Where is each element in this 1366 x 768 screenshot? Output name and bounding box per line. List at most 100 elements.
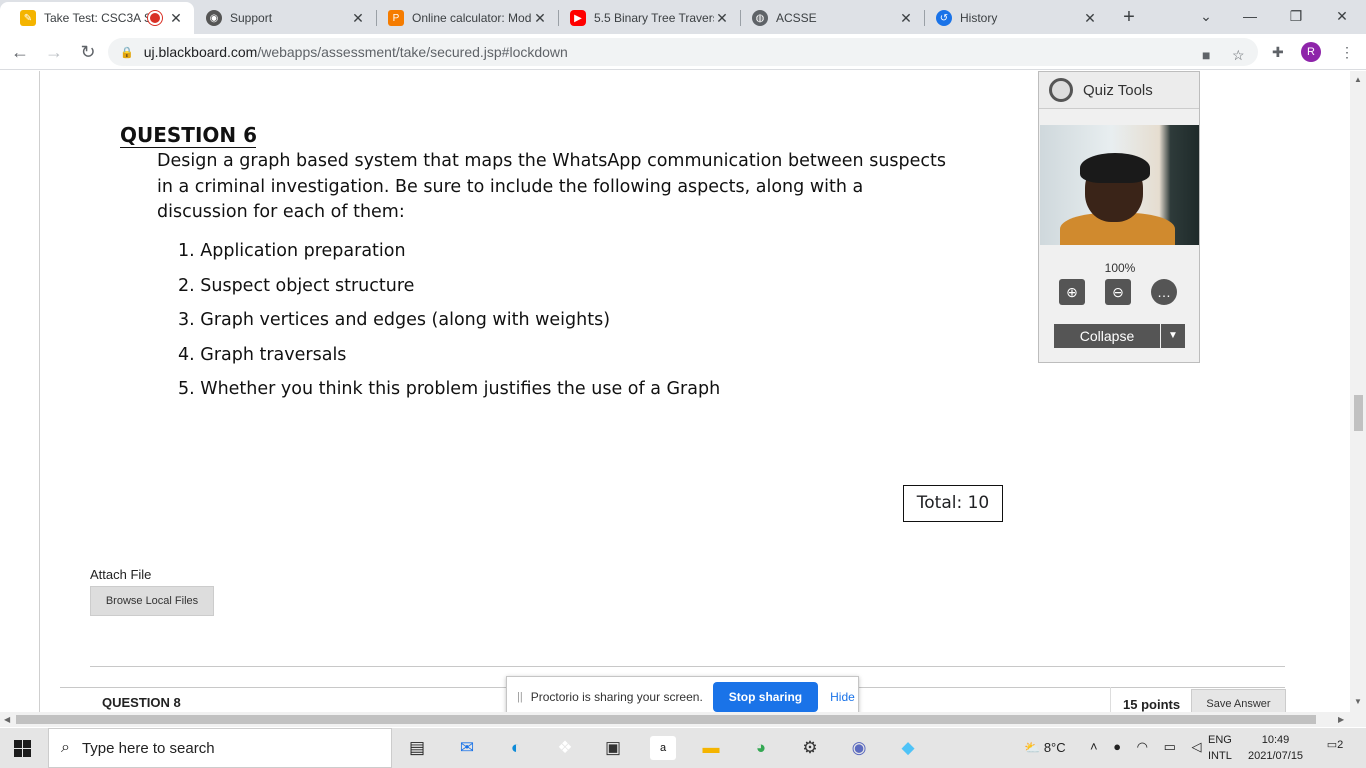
store-icon[interactable]: ▣ bbox=[600, 736, 626, 760]
forward-button[interactable]: → bbox=[42, 40, 66, 64]
clock-time: 10:49 bbox=[1261, 734, 1290, 746]
vertical-scrollbar[interactable]: ▲ ▼ bbox=[1350, 71, 1366, 712]
browse-local-files-button[interactable]: Browse Local Files bbox=[90, 586, 214, 616]
zoom-out-icon[interactable]: ⊖ bbox=[1105, 279, 1131, 305]
language-code: ENG bbox=[1208, 734, 1232, 746]
drag-handle-icon[interactable]: || bbox=[517, 691, 523, 703]
horizontal-scrollbar[interactable]: ◀ ▶ bbox=[0, 712, 1366, 727]
attach-file-label: Attach File bbox=[90, 567, 152, 582]
system-clock[interactable]: 10:49 2021/07/15 bbox=[1248, 732, 1303, 764]
list-item: 4. Graph traversals bbox=[178, 344, 347, 365]
close-tab-icon[interactable]: ✕ bbox=[532, 10, 548, 27]
notification-count: 2 bbox=[1337, 739, 1344, 751]
lock-icon: 🔒 bbox=[120, 46, 134, 59]
horizontal-scroll-thumb[interactable] bbox=[16, 715, 1316, 724]
stop-sharing-button[interactable]: Stop sharing bbox=[712, 682, 819, 712]
app-icon[interactable]: ◆ bbox=[895, 736, 921, 760]
search-icon: ⌕ bbox=[61, 739, 70, 756]
keyboard-layout: INTL bbox=[1208, 750, 1232, 762]
points-label: 15 points bbox=[1123, 697, 1181, 712]
profile-avatar[interactable]: R bbox=[1301, 42, 1321, 62]
weather-widget[interactable]: ⛅ 8°C bbox=[1024, 740, 1066, 756]
proctorio-webcam-icon bbox=[1049, 78, 1073, 102]
youtube-icon: ▶ bbox=[570, 10, 586, 26]
tab-history[interactable]: ↺ History ✕ bbox=[916, 2, 1108, 34]
extensions-icon[interactable]: ✚ bbox=[1272, 44, 1284, 61]
url-host: uj.blackboard.com bbox=[143, 44, 258, 60]
webcam-subject-hair bbox=[1080, 153, 1150, 183]
new-tab-button[interactable]: + bbox=[1118, 6, 1140, 28]
settings-gear-icon[interactable]: ⚙ bbox=[797, 736, 823, 760]
blackboard-icon: ✎ bbox=[20, 10, 36, 26]
hide-sharing-bar-button[interactable]: Hide bbox=[830, 690, 855, 704]
history-icon: ↺ bbox=[936, 10, 952, 26]
recording-icon bbox=[150, 13, 160, 23]
system-tray-icons[interactable]: ˄ ● ◠ ▭ ◁ bbox=[1090, 739, 1208, 755]
weather-icon: ⛅ bbox=[1024, 740, 1044, 755]
notification-icon: ▭ bbox=[1326, 739, 1338, 751]
scroll-up-icon[interactable]: ▲ bbox=[1354, 75, 1362, 84]
notification-center-button[interactable]: ▭2 bbox=[1324, 738, 1346, 758]
content-left-border bbox=[39, 71, 40, 712]
restore-button[interactable]: ❐ bbox=[1276, 4, 1316, 28]
scroll-down-icon[interactable]: ▼ bbox=[1354, 697, 1362, 706]
tab-search-button[interactable]: ⌄ bbox=[1186, 4, 1226, 28]
address-bar[interactable]: 🔒 uj.blackboard.com/webapps/assessment/t… bbox=[108, 38, 1258, 66]
close-tab-icon[interactable]: ✕ bbox=[1082, 10, 1098, 27]
weather-temperature: 8°C bbox=[1043, 740, 1066, 755]
file-explorer-icon[interactable]: ▬ bbox=[698, 736, 724, 760]
discord-icon[interactable]: ◉ bbox=[846, 736, 872, 760]
collapse-button[interactable]: Collapse bbox=[1054, 324, 1160, 348]
clock-date: 2021/07/15 bbox=[1248, 750, 1304, 762]
language-indicator[interactable]: ENG INTL bbox=[1208, 732, 1232, 764]
tab-binary-tree-video[interactable]: ▶ 5.5 Binary Tree Travers ✕ bbox=[550, 2, 740, 34]
tab-take-test[interactable]: ✎ Take Test: CSC3A S ✕ bbox=[0, 2, 194, 34]
tab-acsse[interactable]: ◍ ACSSE ✕ bbox=[732, 2, 924, 34]
amazon-icon[interactable]: a bbox=[650, 736, 676, 760]
close-tab-icon[interactable]: ✕ bbox=[714, 10, 730, 27]
back-button[interactable]: ← bbox=[8, 40, 32, 64]
save-answer-button[interactable]: Save Answer bbox=[1191, 689, 1286, 712]
close-window-button[interactable]: ✕ bbox=[1322, 4, 1362, 28]
question-8-header-right: 15 points Save Answer bbox=[1110, 687, 1286, 712]
task-view-icon[interactable]: ▤ bbox=[404, 736, 430, 760]
globe-icon: ◍ bbox=[752, 10, 768, 26]
reload-button[interactable]: ↻ bbox=[76, 40, 100, 64]
dropbox-icon[interactable]: ❖ bbox=[552, 736, 578, 760]
url-path: /webapps/assessment/take/secured.jsp#loc… bbox=[257, 44, 568, 60]
mail-icon[interactable]: ✉ bbox=[454, 736, 480, 760]
browser-tab-strip: ✎ Take Test: CSC3A S ✕ ◉ Support ✕ P Onl… bbox=[0, 0, 1366, 34]
list-item: 5. Whether you think this problem justif… bbox=[178, 379, 721, 400]
page-viewport: QUESTION 6 Design a graph based system t… bbox=[0, 71, 1350, 712]
divider bbox=[90, 666, 1285, 667]
windows-start-button[interactable] bbox=[14, 740, 31, 757]
chrome-icon[interactable]: ◕ bbox=[748, 736, 774, 760]
bookmark-star-icon[interactable]: ☆ bbox=[1232, 47, 1245, 64]
zoom-level: 100% bbox=[1104, 261, 1136, 275]
list-item: 2. Suspect object structure bbox=[178, 275, 415, 296]
camera-in-use-icon[interactable]: ■ bbox=[1202, 47, 1210, 63]
chevron-down-icon[interactable]: ▼ bbox=[1161, 324, 1185, 348]
close-tab-icon[interactable]: ✕ bbox=[350, 10, 366, 27]
edge-browser-icon[interactable]: ◐ bbox=[503, 736, 529, 760]
sharing-status-text: Proctorio is sharing your screen. bbox=[530, 690, 703, 704]
scroll-left-icon[interactable]: ◀ bbox=[4, 715, 10, 724]
browser-toolbar: ← → ↻ 🔒 uj.blackboard.com/webapps/assess… bbox=[0, 34, 1366, 70]
minimize-button[interactable]: — bbox=[1230, 4, 1270, 28]
tab-online-calculator[interactable]: P Online calculator: Mod ✕ bbox=[368, 2, 558, 34]
tab-support[interactable]: ◉ Support ✕ bbox=[186, 2, 376, 34]
vertical-scroll-thumb[interactable] bbox=[1354, 395, 1363, 431]
close-tab-icon[interactable]: ✕ bbox=[898, 10, 914, 27]
close-tab-icon[interactable]: ✕ bbox=[168, 10, 184, 27]
quiz-tools-header[interactable]: Quiz Tools bbox=[1039, 72, 1199, 109]
question-title-underline bbox=[120, 147, 256, 148]
question-6-aspect-list: 1. Application preparation 2. Suspect ob… bbox=[178, 241, 720, 414]
question-8-title: QUESTION 8 bbox=[102, 695, 181, 710]
quiz-tools-panel: Quiz Tools 100% ⊕ ⊖ … Collapse ▼ bbox=[1038, 71, 1200, 363]
menu-kebab-icon[interactable]: ⋮ bbox=[1340, 44, 1354, 61]
zoom-in-icon[interactable]: ⊕ bbox=[1059, 279, 1085, 305]
chat-icon[interactable]: … bbox=[1151, 279, 1177, 305]
taskbar-search-box[interactable]: ⌕ Type here to search bbox=[48, 728, 392, 768]
list-item: 1. Application preparation bbox=[178, 241, 406, 261]
scroll-right-icon[interactable]: ▶ bbox=[1338, 715, 1344, 724]
